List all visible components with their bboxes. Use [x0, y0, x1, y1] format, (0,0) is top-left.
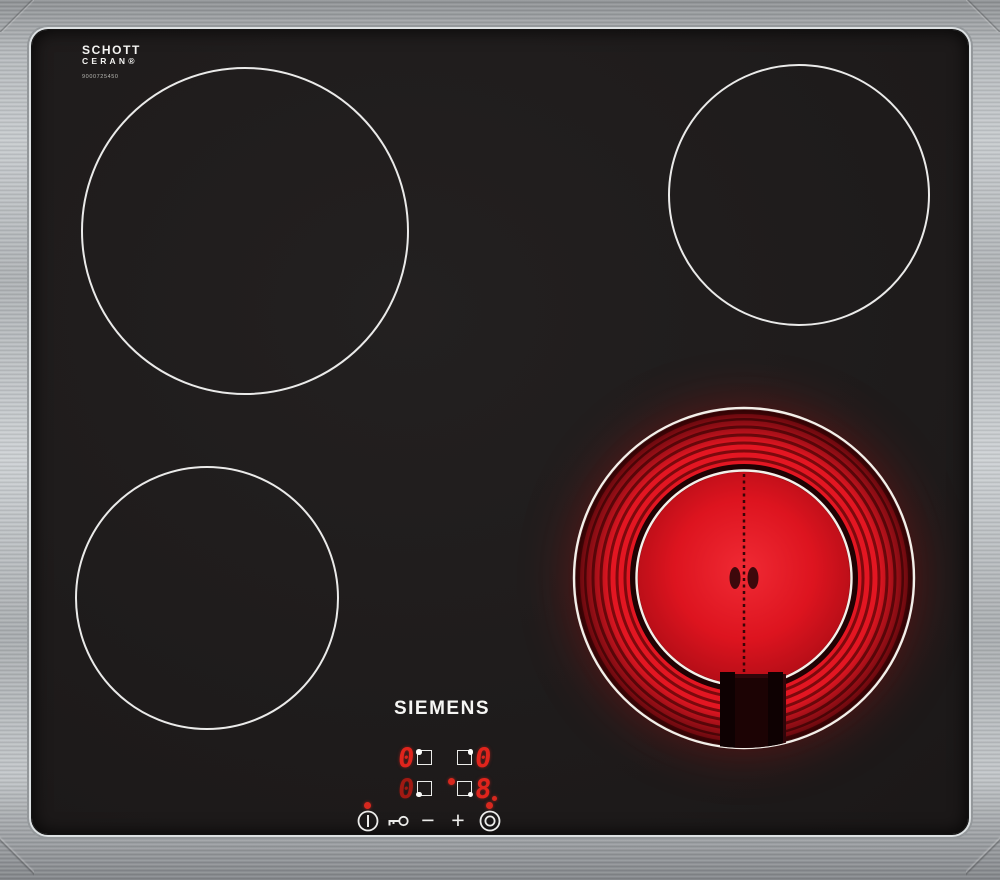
zone-indicator-front-right	[457, 781, 472, 796]
schott-ceran-logo-line1: SCHOTT	[82, 44, 141, 56]
dual-zone-icon	[477, 808, 503, 834]
zone-dot	[468, 749, 474, 755]
display-decimal-dot	[492, 796, 497, 801]
zone-indicator-rear-left	[417, 750, 432, 765]
zone-dot	[468, 792, 474, 798]
key-icon	[385, 808, 411, 834]
power-icon	[355, 808, 381, 834]
minus-icon: −	[421, 807, 434, 833]
schott-ceran-logo-line2: CERAN®	[82, 56, 141, 66]
child-lock-button[interactable]	[385, 808, 411, 834]
zone-dot	[416, 792, 422, 798]
cooking-zone-front-left	[75, 466, 339, 730]
ceramic-glass-surface: SCHOTT CERAN® 9000725450	[32, 30, 968, 834]
frame-corner-seam	[966, 0, 1000, 32]
cooking-zone-front-right-glowing	[569, 403, 919, 753]
plus-icon: +	[451, 807, 464, 833]
burner-terminal-block	[720, 672, 786, 753]
display-rear-left-value: 0	[397, 748, 416, 770]
glass-serial-number: 9000725450	[82, 74, 141, 80]
display-front-right-value: 8	[474, 779, 493, 801]
display-front-left-value: 0	[397, 779, 416, 801]
plus-button[interactable]: +	[445, 807, 471, 833]
cooktop-product-image: SCHOTT CERAN® 9000725450	[0, 0, 1000, 880]
power-button[interactable]	[355, 808, 381, 834]
cooking-zone-rear-left	[81, 67, 409, 395]
zone-dot	[416, 749, 422, 755]
display-rear-right-value: 0	[474, 748, 493, 770]
dual-zone-button[interactable]	[477, 808, 503, 834]
zone-indicator-rear-right	[457, 750, 472, 765]
siemens-logo: SIEMENS	[372, 698, 512, 720]
cooking-zone-rear-right	[668, 64, 930, 326]
minus-button[interactable]: −	[415, 807, 441, 833]
zone-indicator-front-left	[417, 781, 432, 796]
active-zone-led	[448, 778, 455, 785]
frame-corner-seam	[0, 832, 34, 880]
frame-corner-seam	[0, 0, 34, 32]
schott-ceran-logo: SCHOTT CERAN® 9000725450	[82, 44, 141, 80]
frame-corner-seam	[966, 832, 1000, 880]
